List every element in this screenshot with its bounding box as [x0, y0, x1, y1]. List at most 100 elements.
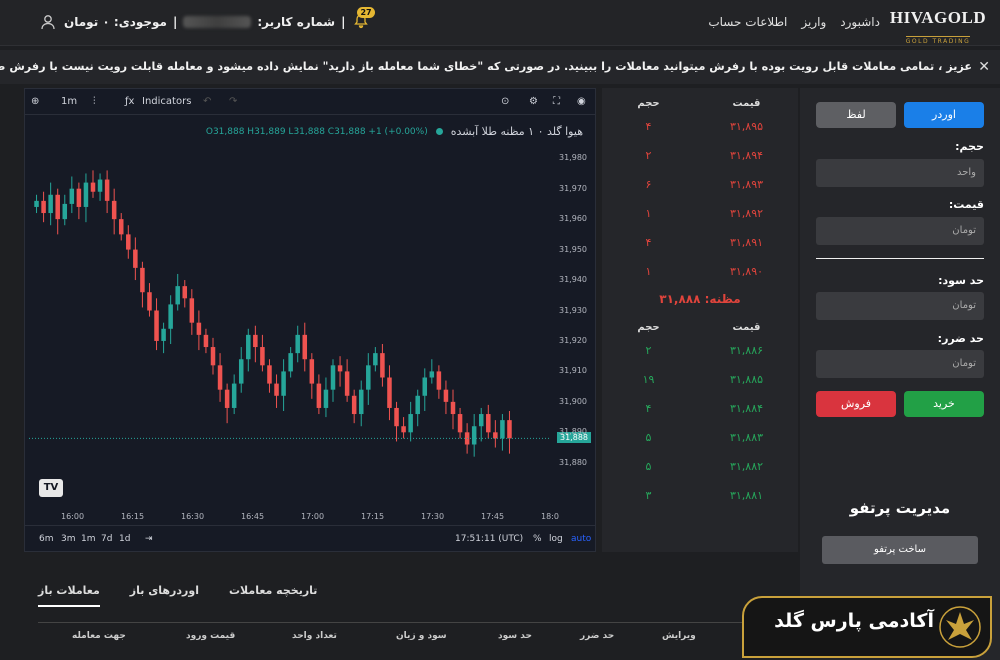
candle-body	[408, 414, 413, 433]
tradingview-logo[interactable]: TV	[39, 479, 63, 497]
candlestick-plot[interactable]	[29, 133, 549, 513]
time-tick: 18:0	[541, 512, 559, 521]
user-info: 27 | شماره کاربر: | موجودی: ۰ تومان	[64, 7, 375, 31]
positions-tabs: معاملات باز اوردرهای باز تاریخچه معاملات	[38, 584, 317, 607]
ask-row[interactable]: ۳۱,۸۹۴ ۲	[602, 149, 798, 162]
percent-toggle[interactable]: %	[533, 534, 542, 544]
separator: |	[341, 15, 346, 29]
stop-loss-input[interactable]: تومان	[816, 350, 984, 378]
order-book: قیمت حجم ۳۱,۸۹۵ ۴ ۳۱,۸۹۴ ۲ ۳۱,۸۹۳ ۶ ۳۱,۸۹۲ ۱ ۳۱,…	[602, 88, 798, 552]
bid-row[interactable]: ۳۱,۸۸۱ ۳	[602, 489, 798, 502]
candle-body	[224, 389, 230, 408]
date-range-icon[interactable]: ⇥	[145, 534, 153, 544]
col-stop-loss: حد ضرر	[580, 631, 615, 641]
range-1m[interactable]: 1m	[81, 534, 96, 544]
col-pnl: سود و زیان	[396, 631, 447, 641]
col-take-profit: حد سود	[498, 631, 532, 641]
bell-icon[interactable]: 27	[351, 7, 375, 31]
candle-body	[83, 182, 89, 207]
candle-body	[358, 389, 364, 415]
candle-body	[493, 432, 498, 439]
range-6m[interactable]: 6m	[39, 534, 54, 544]
candle-body	[366, 365, 371, 390]
academy-banner[interactable]: آکادمی پارس گلد	[742, 596, 992, 658]
nav-dashboard[interactable]: داشبورد	[840, 15, 880, 29]
tab-open-trades[interactable]: معاملات باز	[38, 584, 100, 607]
range-1d[interactable]: 1d	[119, 534, 130, 544]
bid-row[interactable]: ۳۱,۸۸۴ ۴	[602, 402, 798, 415]
close-icon[interactable]: ✕	[978, 50, 990, 84]
tab-trade-history[interactable]: تاریخچه معاملات	[229, 584, 317, 607]
bid-volume: ۳	[645, 489, 652, 502]
candle-body	[471, 426, 477, 445]
price-chart[interactable]: ⊕ 1m ⫶ ƒx Indicators ↶ ↷ ⊙ ⚙ ⛶ ◉ هیوا گل…	[24, 88, 596, 552]
log-toggle[interactable]: log	[549, 534, 563, 544]
candle-body	[189, 298, 195, 323]
price-input[interactable]: تومان	[816, 217, 984, 245]
redo-icon[interactable]: ↷	[229, 96, 237, 107]
user-icon[interactable]	[40, 14, 56, 34]
candle-body	[387, 377, 392, 408]
ask-row[interactable]: ۳۱,۸۹۱ ۴	[602, 236, 798, 249]
ask-row[interactable]: ۳۱,۸۹۰ ۱	[602, 265, 798, 278]
settings-icon[interactable]: ⚙	[529, 96, 538, 107]
undo-icon[interactable]: ↶	[203, 96, 211, 107]
time-tick: 17:30	[421, 512, 445, 521]
bid-row[interactable]: ۳۱,۸۸۶ ۲	[602, 344, 798, 357]
candle-body	[422, 377, 428, 396]
col-units: تعداد واحد	[292, 631, 337, 641]
candle-body	[253, 334, 258, 348]
candle-body	[302, 334, 308, 360]
indicators-button[interactable]: Indicators	[142, 96, 191, 107]
announcement-text: عزیز ، تمامی معاملات قابل رویت بوده با ر…	[0, 60, 972, 73]
ask-row[interactable]: ۳۱,۸۹۳ ۶	[602, 178, 798, 191]
bid-price: ۳۱,۸۸۳	[729, 431, 764, 444]
academy-text: آکادمی پارس گلد	[774, 610, 934, 632]
take-profit-input[interactable]: تومان	[816, 292, 984, 320]
bid-price: ۳۱,۸۸۵	[729, 373, 764, 386]
bid-row[interactable]: ۳۱,۸۸۳ ۵	[602, 431, 798, 444]
add-symbol-icon[interactable]: ⊕	[31, 96, 39, 107]
take-profit-label: حد سود:	[938, 274, 984, 287]
volume-input[interactable]: واحد	[816, 159, 984, 187]
indicators-icon[interactable]: ƒx	[125, 96, 134, 107]
ask-price: ۳۱,۸۹۴	[729, 149, 764, 162]
asks-header: قیمت حجم	[637, 98, 761, 109]
candle-body	[168, 304, 173, 329]
mid-price: مظنه: ۳۱,۸۸۸	[659, 292, 741, 306]
candle-body	[450, 401, 456, 415]
tab-order[interactable]: اوردر	[904, 102, 984, 128]
fullscreen-icon[interactable]: ⛶	[553, 96, 560, 107]
candle-body	[231, 383, 237, 408]
bids-header: قیمت حجم	[637, 322, 761, 333]
ask-row[interactable]: ۳۱,۸۹۵ ۴	[602, 120, 798, 133]
candle-body	[281, 371, 286, 396]
buy-button[interactable]: خرید	[904, 391, 984, 417]
create-portfolio-button[interactable]: ساخت پرتفو	[822, 536, 978, 564]
ask-price: ۳۱,۸۹۵	[729, 120, 764, 133]
candle-body	[111, 200, 117, 220]
tab-lafz[interactable]: لفظ	[816, 102, 896, 128]
candle-body	[267, 365, 272, 384]
candle-body	[478, 414, 484, 427]
camera-icon[interactable]: ◉	[577, 96, 586, 107]
bid-row[interactable]: ۳۱,۸۸۲ ۵	[602, 460, 798, 473]
interval-button[interactable]: 1m	[61, 96, 77, 107]
candle-body	[507, 420, 512, 439]
candle-body	[175, 286, 180, 305]
zoom-icon[interactable]: ⊙	[501, 96, 509, 107]
ask-row[interactable]: ۳۱,۸۹۲ ۱	[602, 207, 798, 220]
candle-body	[380, 353, 385, 378]
candle-body	[104, 179, 110, 201]
range-3m[interactable]: 3m	[61, 534, 76, 544]
brand-logo[interactable]: HIVAGOLD GOLD TRADING	[888, 8, 988, 45]
nav-account-info[interactable]: اطلاعات حساب	[708, 15, 787, 29]
auto-toggle[interactable]: auto	[571, 534, 591, 544]
sell-button[interactable]: فروش	[816, 391, 896, 417]
range-7d[interactable]: 7d	[101, 534, 112, 544]
candle-body	[486, 414, 491, 433]
nav-deposit[interactable]: واریز	[801, 15, 826, 29]
tab-open-orders[interactable]: اوردرهای باز	[130, 584, 199, 607]
candle-type-icon[interactable]: ⫶	[93, 96, 96, 107]
bid-row[interactable]: ۳۱,۸۸۵ ۱۹	[602, 373, 798, 386]
